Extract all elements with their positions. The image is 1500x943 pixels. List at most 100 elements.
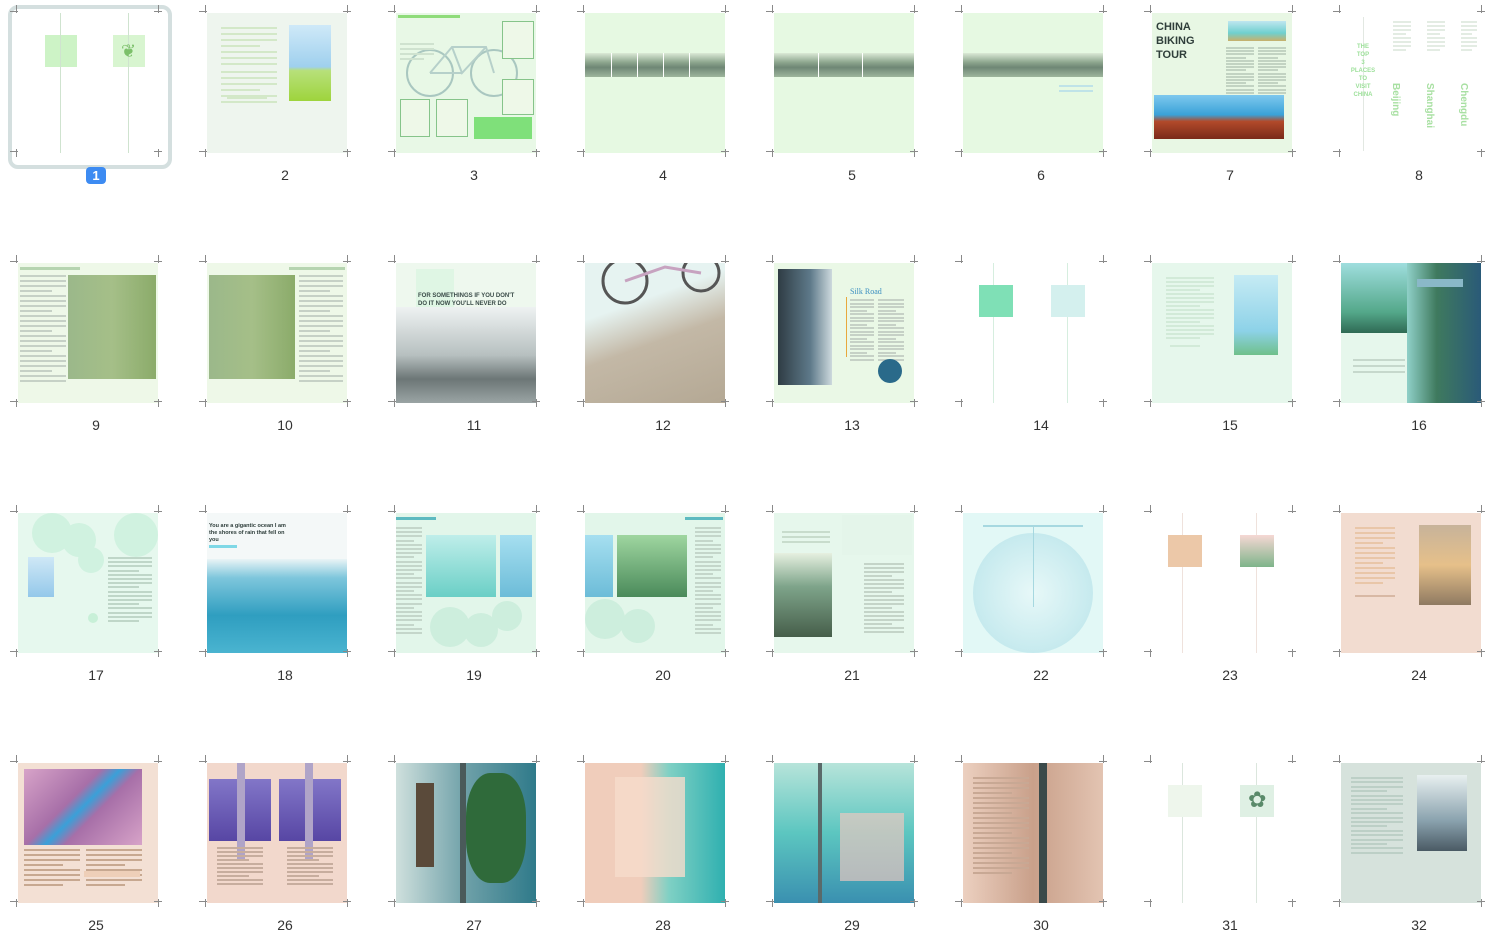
page-thumbnail-11[interactable]: FOR SOMETHINGS IF YOU DON'T DO IT NOW YO… xyxy=(386,255,546,443)
page-thumbnail-17[interactable]: 17 xyxy=(8,505,168,693)
text-line xyxy=(299,300,343,302)
text-line xyxy=(1393,45,1411,47)
page-preview[interactable] xyxy=(774,763,914,903)
text-line xyxy=(20,320,66,322)
trim-mark xyxy=(1339,149,1340,157)
road xyxy=(1039,763,1047,903)
page-preview[interactable] xyxy=(963,763,1103,903)
trim-mark xyxy=(16,149,17,157)
text-line xyxy=(20,355,66,357)
page-thumbnail-12[interactable]: 12 xyxy=(575,255,735,443)
page-preview[interactable] xyxy=(1341,763,1481,903)
page-thumbnail-30[interactable]: 30 xyxy=(953,755,1113,943)
page-thumbnail-25[interactable]: 25 xyxy=(8,755,168,943)
page-preview[interactable] xyxy=(774,13,914,153)
page-preview[interactable] xyxy=(1341,263,1481,403)
page-preview[interactable]: ✿ xyxy=(1152,763,1292,903)
page-thumbnail-22[interactable]: 22 xyxy=(953,505,1113,693)
text-line xyxy=(1226,88,1254,91)
page-thumbnail-16[interactable]: 16 xyxy=(1331,255,1491,443)
page-preview[interactable]: Silk Road xyxy=(774,263,914,403)
trim-mark xyxy=(347,5,348,13)
leaf-icon: ❦ xyxy=(121,41,137,61)
trim-mark xyxy=(772,899,773,907)
page-thumbnail-15[interactable]: 15 xyxy=(1142,255,1302,443)
page-thumbnail-5[interactable]: 5 xyxy=(764,5,924,193)
page-thumbnail-6[interactable]: 6 xyxy=(953,5,1113,193)
page-preview[interactable]: ❦ xyxy=(18,13,158,153)
trim-mark xyxy=(205,505,206,513)
page-thumbnail-27[interactable]: 27 xyxy=(386,755,546,943)
page-preview[interactable] xyxy=(963,263,1103,403)
trim-mark xyxy=(347,649,348,657)
page-preview[interactable]: You are a gigantic ocean I am the shores… xyxy=(207,513,347,653)
text-line xyxy=(695,602,721,605)
page-thumbnail-21[interactable]: 21 xyxy=(764,505,924,693)
text-line xyxy=(850,327,874,329)
text-line xyxy=(86,884,126,886)
page-thumbnail-18[interactable]: You are a gigantic ocean I am the shores… xyxy=(197,505,357,693)
page-preview[interactable] xyxy=(585,763,725,903)
text-line xyxy=(1258,63,1286,65)
page-thumbnail-23[interactable]: 23 xyxy=(1142,505,1302,693)
page-thumbnail-31[interactable]: ✿ 31 xyxy=(1142,755,1302,943)
trim-mark xyxy=(347,755,348,763)
text-line xyxy=(1226,66,1254,69)
page-preview[interactable] xyxy=(1341,513,1481,653)
page-preview[interactable] xyxy=(1152,263,1292,403)
page-thumbnail-7[interactable]: CHINA BIKING TOUR 7 xyxy=(1142,5,1302,193)
page-preview[interactable] xyxy=(963,13,1103,153)
page-thumbnail-32[interactable]: 32 xyxy=(1331,755,1491,943)
page-preview[interactable]: THE TOP 3 PLACES TO VISIT CHINA Beijing Shanghai… xyxy=(1341,13,1481,153)
page-preview[interactable] xyxy=(585,513,725,653)
text-line xyxy=(864,603,904,605)
page-thumbnail-13[interactable]: Silk Road 13 xyxy=(764,255,924,443)
page-thumbnail-20[interactable]: 20 xyxy=(575,505,735,693)
page-thumbnail-14[interactable]: 14 xyxy=(953,255,1113,443)
text-line xyxy=(1166,317,1214,319)
page-preview[interactable] xyxy=(207,263,347,403)
page-preview[interactable] xyxy=(585,263,725,403)
page-preview[interactable] xyxy=(963,513,1103,653)
page-thumbnail-10[interactable]: 10 xyxy=(197,255,357,443)
text-line xyxy=(1353,359,1405,361)
page-thumbnail-8[interactable]: THE TOP 3 PLACES TO VISIT CHINA Beijing Shanghai… xyxy=(1331,5,1491,193)
page-title: Silk Road xyxy=(850,287,882,296)
trim-mark xyxy=(16,505,17,513)
page-thumbnail-28[interactable]: 28 xyxy=(575,755,735,943)
text-line xyxy=(973,842,1029,844)
text-line xyxy=(695,573,714,576)
page-preview[interactable] xyxy=(207,13,347,153)
text-line xyxy=(108,615,152,618)
page-preview[interactable] xyxy=(396,13,536,153)
badge-image xyxy=(878,359,902,383)
text-line xyxy=(864,571,904,573)
page-preview[interactable] xyxy=(585,13,725,153)
page-preview[interactable] xyxy=(18,763,158,903)
page-thumbnail-24[interactable]: 24 xyxy=(1331,505,1491,693)
text-line xyxy=(850,302,874,305)
page-number-label: 23 xyxy=(1142,667,1318,683)
page-preview[interactable] xyxy=(396,513,536,653)
page-preview[interactable] xyxy=(18,263,158,403)
text-line xyxy=(973,822,1029,824)
text-line xyxy=(695,598,721,601)
page-thumbnail-26[interactable]: 26 xyxy=(197,755,357,943)
page-preview[interactable] xyxy=(207,763,347,903)
page-thumbnail-3[interactable]: 3 xyxy=(386,5,546,193)
page-thumbnail-19[interactable]: 19 xyxy=(386,505,546,693)
page-thumbnail-29[interactable]: 29 xyxy=(764,755,924,943)
text-line xyxy=(1226,50,1254,53)
text-line xyxy=(1166,337,1200,339)
page-preview[interactable] xyxy=(1152,513,1292,653)
page-preview[interactable] xyxy=(396,763,536,903)
page-preview[interactable] xyxy=(18,513,158,653)
page-thumbnail-1[interactable]: ❦ 1 xyxy=(8,5,172,193)
page-thumbnail-9[interactable]: 9 xyxy=(8,255,168,443)
page-number-label: 30 xyxy=(953,917,1129,933)
page-preview[interactable]: CHINA BIKING TOUR xyxy=(1152,13,1292,153)
page-thumbnail-2[interactable]: 2 xyxy=(197,5,357,193)
page-thumbnail-4[interactable]: 4 xyxy=(575,5,735,193)
page-preview[interactable] xyxy=(774,513,914,653)
page-preview[interactable]: FOR SOMETHINGS IF YOU DON'T DO IT NOW YO… xyxy=(396,263,536,403)
